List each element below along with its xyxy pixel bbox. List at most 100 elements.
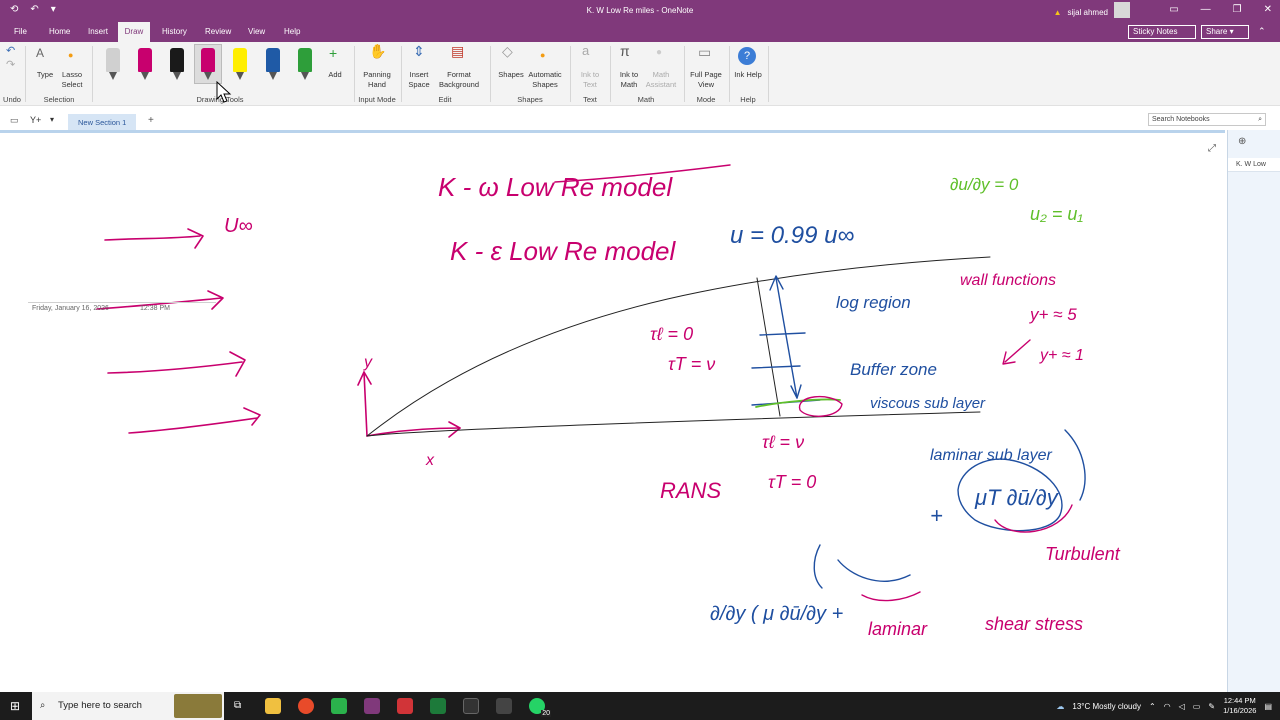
- ink-x-axis: x: [425, 452, 435, 469]
- ink-to-text-button[interactable]: Ink to Text: [574, 70, 606, 90]
- task-view-icon[interactable]: ⧉: [234, 700, 241, 711]
- svg-text:Buffer zone: Buffer zone: [850, 360, 937, 379]
- tab-home[interactable]: Home: [43, 22, 76, 42]
- matlab-icon[interactable]: [496, 698, 512, 714]
- mouse-cursor-icon: [216, 81, 232, 103]
- camtasia-icon[interactable]: [331, 698, 347, 714]
- avatar[interactable]: [1114, 2, 1130, 18]
- separator: [490, 46, 491, 102]
- section-bar: ▭ Y+ ▾ New Section 1 + Search Notebooks …: [0, 112, 1280, 132]
- notebook-name[interactable]: Y+: [30, 115, 41, 125]
- notifications-icon[interactable]: ▤: [1264, 702, 1272, 711]
- ink-to-math-icon: π: [620, 43, 630, 59]
- user-name[interactable]: sijal ahmed: [1068, 8, 1108, 17]
- pen-gray[interactable]: [106, 48, 120, 80]
- sticky-notes-label: Sticky Notes: [1133, 27, 1178, 36]
- separator: [684, 46, 685, 102]
- tab-review[interactable]: Review: [199, 22, 237, 42]
- tab-file[interactable]: File: [8, 22, 33, 42]
- ribbon-display-icon[interactable]: ▭: [1169, 4, 1178, 15]
- math-assistant-button[interactable]: Math Assistant: [642, 70, 680, 90]
- tab-insert[interactable]: Insert: [82, 22, 114, 42]
- page-tab-label: K. W Low: [1236, 161, 1266, 168]
- highlighter-yellow[interactable]: [233, 48, 247, 80]
- sticky-notes-button[interactable]: Sticky Notes: [1128, 25, 1196, 39]
- shapes-button[interactable]: Shapes: [494, 70, 528, 80]
- tab-draw[interactable]: Draw: [118, 22, 150, 42]
- pen-blue[interactable]: [266, 48, 280, 80]
- pen-magenta-selected[interactable]: [201, 48, 215, 80]
- onenote-icon[interactable]: [364, 698, 380, 714]
- file-explorer-icon[interactable]: [265, 698, 281, 714]
- selection-group-label: Selection: [43, 95, 75, 104]
- svg-text:K - ω Low Re model: K - ω Low Re model: [438, 172, 673, 202]
- recorder-icon[interactable]: [397, 698, 413, 714]
- format-background-button[interactable]: Format Background: [432, 70, 486, 90]
- svg-text:y+ ≈ 1: y+ ≈ 1: [1039, 347, 1084, 364]
- taskbar: ⊞ ⌕ Type here to search ⧉ 20 ☁ 13°C Most…: [0, 692, 1280, 720]
- share-button[interactable]: Share ▾: [1201, 25, 1249, 39]
- automatic-shapes-button[interactable]: Automatic Shapes: [524, 70, 566, 90]
- clock[interactable]: 12:44 PM 1/16/2026: [1223, 696, 1256, 716]
- add-section-icon[interactable]: +: [148, 115, 154, 126]
- type-cursor-icon: A: [36, 46, 45, 60]
- weather-text[interactable]: 13°C Mostly cloudy: [1072, 702, 1141, 711]
- whatsapp-icon[interactable]: 20: [529, 698, 551, 717]
- system-tray: ☁ 13°C Mostly cloudy ⌃ ◠ ◁ ▭ ✎ 12:44 PM …: [1056, 692, 1280, 720]
- excel-icon[interactable]: [430, 698, 446, 714]
- full-page-view-icon: ▭: [698, 44, 712, 60]
- warning-icon[interactable]: ▲: [1054, 8, 1062, 17]
- chrome-icon[interactable]: [298, 698, 314, 714]
- separator: [610, 46, 611, 102]
- insert-space-button[interactable]: Insert Space: [404, 70, 434, 90]
- notebook-dropdown-icon[interactable]: ▾: [50, 115, 54, 124]
- lasso-label: Lasso Select: [61, 70, 83, 89]
- separator: [25, 46, 26, 102]
- lasso-select-button[interactable]: Lasso Select: [58, 70, 86, 90]
- type-button[interactable]: Type: [32, 70, 58, 80]
- ink-to-math-button[interactable]: Ink to Math: [612, 70, 646, 90]
- menu-bar: File Home Insert Draw History Review Vie…: [0, 22, 1280, 42]
- pen-green[interactable]: [298, 48, 312, 80]
- windows-start-icon[interactable]: ⊞: [10, 699, 20, 713]
- tab-help[interactable]: Help: [278, 22, 306, 42]
- add-pen-button[interactable]: Add: [322, 70, 348, 80]
- svg-text:τT = ν: τT = ν: [668, 354, 715, 374]
- auto-shapes-label: Automatic Shapes: [528, 70, 562, 89]
- insert-space-label: Insert Space: [408, 70, 430, 89]
- volume-icon[interactable]: ◁: [1179, 702, 1185, 711]
- pen-magenta[interactable]: [138, 48, 152, 80]
- ribbon-collapse-icon[interactable]: ⌃: [1258, 26, 1266, 37]
- tab-history[interactable]: History: [156, 22, 193, 42]
- svg-text:K - ε Low Re model: K - ε Low Re model: [450, 236, 677, 266]
- weather-icon[interactable]: ☁: [1056, 702, 1064, 711]
- close-icon[interactable]: ✕: [1264, 4, 1272, 15]
- undo-icon[interactable]: ↶: [6, 46, 15, 57]
- whiteboard-icon[interactable]: [463, 698, 479, 714]
- ink-help-button[interactable]: Ink Help: [732, 70, 764, 80]
- svg-text:u₂ = u₁: u₂ = u₁: [1030, 204, 1083, 224]
- panning-hand-button[interactable]: Panning Hand: [358, 70, 396, 90]
- separator: [570, 46, 571, 102]
- tab-view[interactable]: View: [242, 22, 271, 42]
- date-underline: [28, 302, 216, 303]
- search-notebooks-input[interactable]: Search Notebooks ⌕: [1148, 113, 1266, 126]
- restore-icon[interactable]: ❐: [1233, 4, 1242, 15]
- svg-text:τℓ = 0: τℓ = 0: [650, 324, 693, 344]
- wifi-icon[interactable]: ◠: [1164, 702, 1171, 711]
- pen-black[interactable]: [170, 48, 184, 80]
- battery-icon[interactable]: ▭: [1193, 702, 1201, 711]
- svg-text:shear stress: shear stress: [985, 614, 1083, 634]
- taskbar-search-icon: ⌕: [40, 700, 46, 711]
- pen-tray-icon[interactable]: ✎: [1208, 702, 1215, 711]
- tray-expand-icon[interactable]: ⌃: [1149, 702, 1156, 711]
- notebook-icon[interactable]: ▭: [10, 115, 19, 126]
- redo-icon[interactable]: ↷: [6, 60, 15, 71]
- full-page-view-button[interactable]: Full Page View: [686, 70, 726, 90]
- add-page-icon[interactable]: ⊕: [1238, 136, 1246, 147]
- page-tab[interactable]: K. W Low: [1228, 158, 1280, 172]
- whatsapp-badge: 20: [541, 710, 551, 717]
- minimize-icon[interactable]: —: [1201, 4, 1211, 15]
- fullpage-label: Full Page View: [690, 70, 722, 89]
- page-canvas[interactable]: ⤢ U∞ y x u = 0.99 u∞ log region Buffer z…: [0, 81, 1225, 692]
